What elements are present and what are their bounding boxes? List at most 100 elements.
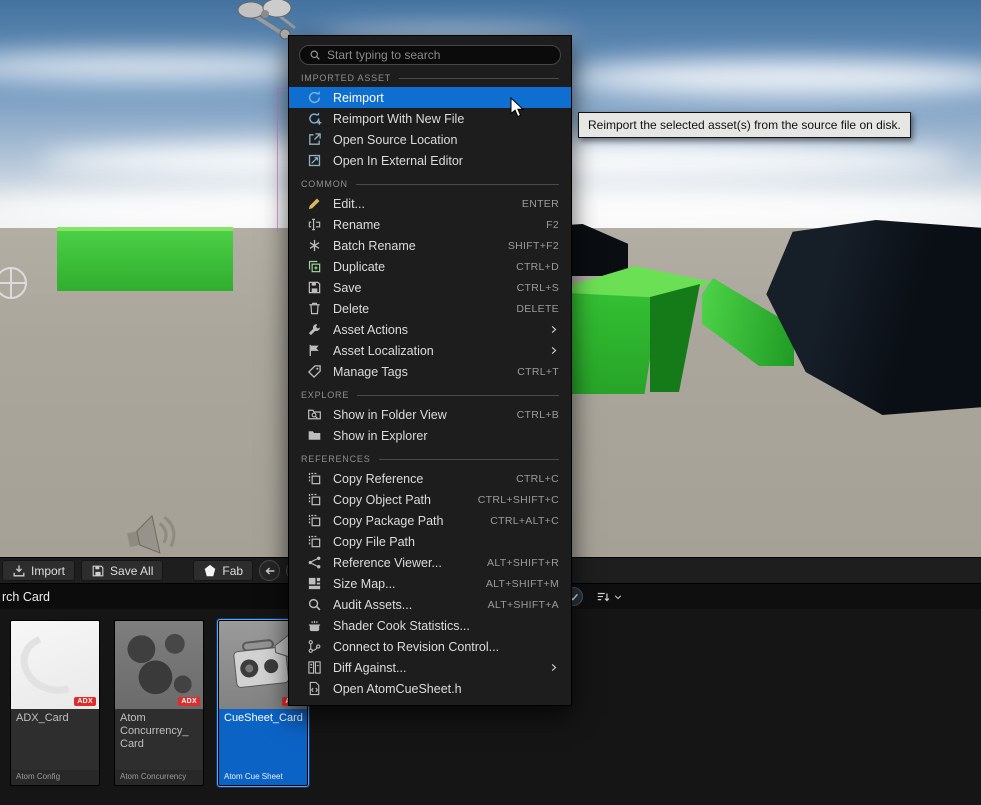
asset-card-atom-concurrency-card[interactable]: ADX Atom Concurrency_ Card Atom Concurre… — [114, 620, 204, 786]
import-button-label: Import — [31, 563, 66, 578]
menu-item-label: Duplicate — [333, 259, 386, 274]
import-button[interactable]: Import — [2, 560, 76, 581]
menu-item-rename[interactable]: Rename F2 — [289, 214, 571, 235]
import-icon — [12, 564, 26, 578]
submenu-arrow-icon — [548, 662, 559, 673]
menu-item-asset-actions[interactable]: Asset Actions — [289, 319, 571, 340]
menu-item-copy-file-path[interactable]: Copy File Path — [289, 531, 571, 552]
menu-item-reimport-with-new-file[interactable]: Reimport With New File — [289, 108, 571, 129]
save-all-button[interactable]: Save All — [81, 560, 164, 581]
save-all-icon — [91, 564, 105, 578]
menu-item-show-in-folder-view[interactable]: Show in Folder View CTRL+B — [289, 404, 571, 425]
reimport-new-file-icon — [307, 111, 322, 126]
menu-item-shortcut: CTRL+B — [516, 408, 559, 421]
menu-item-open-source-location[interactable]: Open Source Location — [289, 129, 571, 150]
code-file-icon — [307, 681, 322, 696]
submenu-arrow-icon — [548, 345, 559, 356]
menu-item-open-in-external-editor[interactable]: Open In External Editor — [289, 150, 571, 171]
menu-item-label: Show in Explorer — [333, 428, 428, 443]
menu-section-title: COMMON — [301, 179, 348, 189]
folder-icon — [307, 428, 322, 443]
menu-item-show-in-explorer[interactable]: Show in Explorer — [289, 425, 571, 446]
duplicate-icon — [307, 259, 322, 274]
menu-item-reimport[interactable]: Reimport — [289, 87, 571, 108]
menu-section-header: IMPORTED ASSET — [301, 73, 559, 83]
menu-item-connect-to-revision-control[interactable]: Connect to Revision Control... — [289, 636, 571, 657]
folder-view-icon — [307, 407, 322, 422]
menu-item-shortcut: CTRL+S — [516, 281, 559, 294]
menu-item-label: Audit Assets... — [333, 597, 413, 612]
menu-item-diff-against[interactable]: Diff Against... — [289, 657, 571, 678]
menu-item-open-atomcuesheet-h[interactable]: Open AtomCueSheet.h — [289, 678, 571, 699]
menu-item-label: Asset Localization — [333, 343, 434, 358]
copy-icon — [307, 471, 322, 486]
tooltip-text: Reimport the selected asset(s) from the … — [588, 118, 901, 132]
menu-item-copy-reference[interactable]: Copy Reference CTRL+C — [289, 468, 571, 489]
menu-item-shortcut: ALT+SHIFT+M — [485, 577, 559, 590]
menu-item-shortcut: ALT+SHIFT+A — [487, 598, 559, 611]
menu-section-title: REFERENCES — [301, 454, 371, 464]
menu-section-header: REFERENCES — [301, 454, 559, 464]
menu-item-save[interactable]: Save CTRL+S — [289, 277, 571, 298]
shader-cook-icon — [307, 618, 322, 633]
revision-control-icon — [307, 639, 322, 654]
asset-context-menu: Start typing to search IMPORTED ASSET Re… — [288, 35, 572, 706]
sort-button[interactable] — [596, 590, 623, 604]
menu-search-input[interactable]: Start typing to search — [299, 45, 561, 65]
menu-item-shortcut: ALT+SHIFT+R — [487, 556, 559, 569]
section-rule — [357, 394, 559, 396]
menu-item-label: Asset Actions — [333, 322, 409, 337]
audit-assets-icon — [307, 597, 322, 612]
history-back-button[interactable] — [259, 560, 281, 581]
copy-icon — [307, 513, 322, 528]
copy-icon — [307, 492, 322, 507]
menu-item-delete[interactable]: Delete DELETE — [289, 298, 571, 319]
fab-button-label: Fab — [222, 563, 244, 578]
menu-item-label: Copy Object Path — [333, 492, 431, 507]
menu-item-edit[interactable]: Edit... ENTER — [289, 193, 571, 214]
move-gizmo-icon[interactable] — [0, 260, 34, 306]
back-arrow-icon — [263, 564, 277, 578]
menu-item-label: Rename — [333, 217, 381, 232]
tag-icon — [307, 364, 322, 379]
menu-item-shortcut: CTRL+C — [516, 472, 559, 485]
menu-section-title: EXPLORE — [301, 390, 350, 400]
section-rule — [355, 183, 559, 185]
menu-item-label: Delete — [333, 301, 370, 316]
menu-item-copy-object-path[interactable]: Copy Object Path CTRL+SHIFT+C — [289, 489, 571, 510]
menu-section-header: EXPLORE — [301, 390, 559, 400]
asset-type-label: Atom Concurrency — [115, 770, 203, 785]
sort-icon — [596, 590, 610, 604]
menu-item-label: Save — [333, 280, 362, 295]
menu-item-audit-assets[interactable]: Audit Assets... ALT+SHIFT+A — [289, 594, 571, 615]
fab-button[interactable]: Fab — [193, 560, 254, 581]
menu-item-label: Batch Rename — [333, 238, 416, 253]
menu-item-manage-tags[interactable]: Manage Tags CTRL+T — [289, 361, 571, 382]
green-block-left[interactable] — [57, 227, 233, 291]
asset-title: Atom Concurrency_ Card — [115, 709, 203, 770]
section-rule — [399, 77, 559, 79]
menu-item-asset-localization[interactable]: Asset Localization — [289, 340, 571, 361]
menu-item-label: Connect to Revision Control... — [333, 639, 500, 654]
menu-item-batch-rename[interactable]: Batch Rename SHIFT+F2 — [289, 235, 571, 256]
menu-item-label: Reference Viewer... — [333, 555, 442, 570]
menu-item-shader-cook-statistics[interactable]: Shader Cook Statistics... — [289, 615, 571, 636]
menu-section-header: COMMON — [301, 179, 559, 189]
asset-title: ADX_Card — [11, 709, 99, 770]
menu-item-copy-package-path[interactable]: Copy Package Path CTRL+ALT+C — [289, 510, 571, 531]
asset-thumbnail: ADX — [11, 621, 99, 709]
adx-badge: ADX — [74, 697, 96, 706]
menu-item-reference-viewer[interactable]: Reference Viewer... ALT+SHIFT+R — [289, 552, 571, 573]
menu-item-label: Copy File Path — [333, 534, 415, 549]
menu-item-label: Show in Folder View — [333, 407, 447, 422]
menu-item-duplicate[interactable]: Duplicate CTRL+D — [289, 256, 571, 277]
menu-item-label: Open In External Editor — [333, 153, 463, 168]
menu-item-shortcut: CTRL+SHIFT+C — [477, 493, 559, 506]
menu-item-label: Diff Against... — [333, 660, 407, 675]
wrench-icon — [307, 322, 322, 337]
asset-card-adx-card[interactable]: ADX ADX_Card Atom Config — [10, 620, 100, 786]
submenu-arrow-icon — [548, 324, 559, 335]
menu-item-size-map[interactable]: Size Map... ALT+SHIFT+M — [289, 573, 571, 594]
speaker-object[interactable] — [122, 512, 184, 557]
menu-item-label: Copy Reference — [333, 471, 424, 486]
